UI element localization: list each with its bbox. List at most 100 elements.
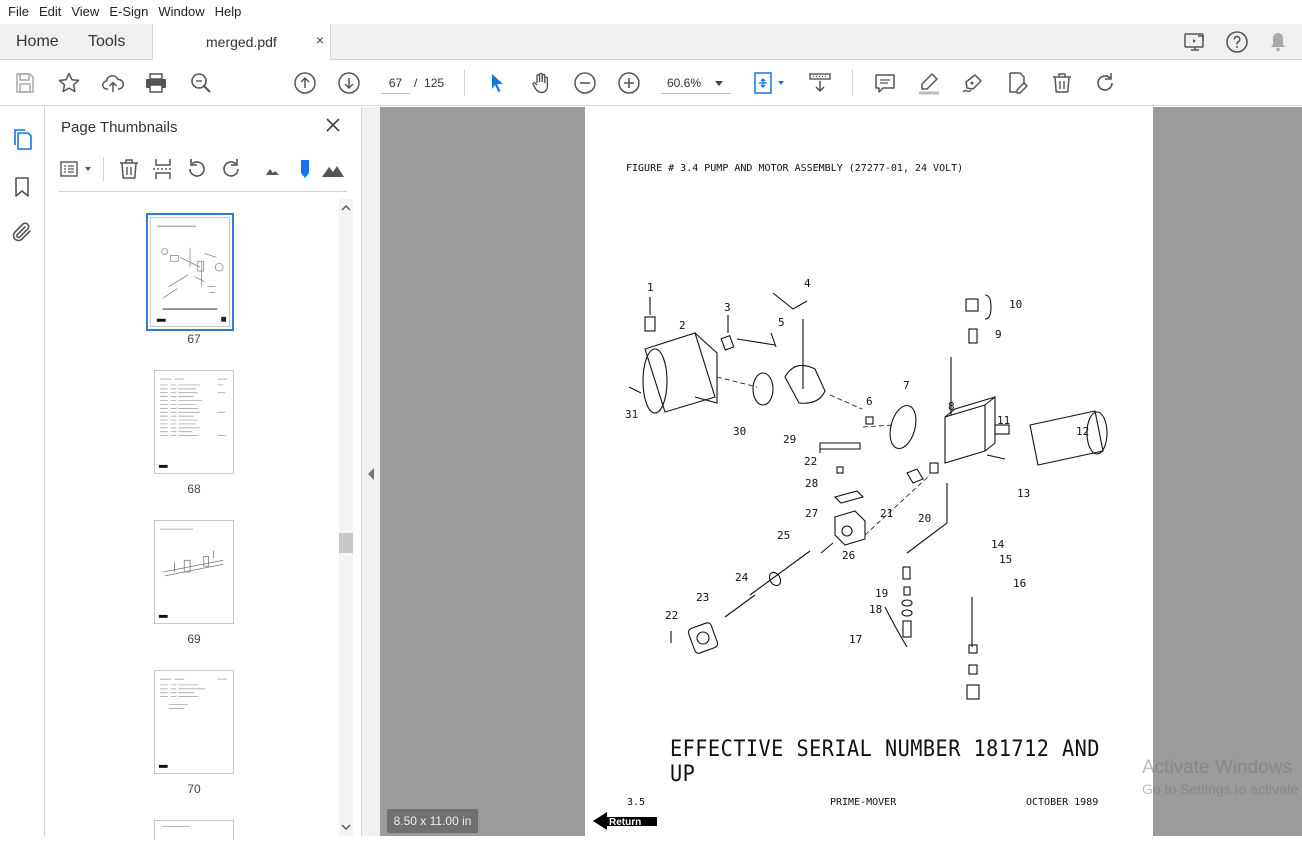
menu-help[interactable]: Help (210, 0, 247, 24)
share-screen-icon[interactable] (1183, 30, 1207, 54)
return-link-button[interactable]: Return (593, 810, 657, 832)
rotate-redo-icon[interactable] (1093, 71, 1117, 95)
thumbnail-toolbar-divider (103, 157, 104, 181)
menu-file[interactable]: File (3, 0, 34, 24)
zoom-in-icon[interactable] (617, 71, 641, 95)
part-25-shaft (749, 550, 811, 596)
star-bookmark-icon[interactable] (57, 71, 81, 95)
document-viewer[interactable]: FIGURE # 3.4 PUMP AND MOTOR ASSEMBLY (27… (380, 107, 1302, 836)
hand-tool-icon[interactable] (529, 71, 553, 95)
thumbnail-options-icon[interactable] (59, 157, 95, 181)
pump-motor-exploded-diagram: 1 2 3 4 5 6 7 8 9 10 11 12 13 14 15 16 1… (625, 277, 1108, 700)
thumbnail-partial-preview (162, 826, 190, 827)
scrollbar-thumb[interactable] (339, 533, 353, 553)
page-number-input[interactable] (381, 72, 410, 94)
previous-page-icon[interactable] (293, 71, 317, 95)
scroll-down-icon[interactable] (339, 820, 353, 834)
tab-document[interactable]: merged.pdf × (152, 24, 331, 61)
panel-splitter[interactable] (361, 107, 380, 836)
insert-page-icon[interactable] (151, 157, 175, 181)
part-30-seal (752, 372, 774, 406)
page-thumbnails-panel: Page Thumbnails 67 68 69 70 (45, 107, 361, 840)
part-21 (906, 468, 924, 484)
small-thumbnails-icon[interactable] (261, 157, 285, 181)
help-icon[interactable] (1225, 30, 1249, 54)
comment-icon[interactable] (873, 71, 897, 95)
save-icon[interactable] (13, 71, 37, 95)
part-1 (644, 316, 656, 332)
highlight-pen-icon[interactable] (917, 71, 941, 95)
next-page-icon[interactable] (337, 71, 361, 95)
scroll-mode-icon[interactable] (808, 71, 832, 95)
thumbnail-page-70[interactable] (154, 670, 234, 774)
thumbnail-page-69[interactable] (154, 520, 234, 624)
upload-cloud-icon[interactable] (101, 71, 125, 95)
thumbnail-page-67[interactable] (146, 213, 234, 331)
rotate-clockwise-icon[interactable] (219, 157, 243, 181)
attachments-paperclip-icon[interactable] (10, 220, 34, 244)
zoom-select[interactable]: 60.6% (661, 72, 731, 94)
thumbnail-page-71[interactable] (154, 820, 234, 840)
menu-esign[interactable]: E-Sign (104, 0, 153, 24)
panel-title: Page Thumbnails (61, 119, 178, 136)
callout-20: 20 (918, 512, 931, 525)
tab-home[interactable]: Home (16, 24, 59, 60)
scroll-up-icon[interactable] (339, 201, 353, 215)
callout-27: 27 (805, 507, 818, 520)
notifications-bell-icon[interactable] (1266, 30, 1290, 54)
delete-page-icon[interactable] (117, 157, 141, 181)
part-17 (902, 620, 912, 638)
callout-21: 21 (880, 507, 893, 520)
callout-13: 13 (1017, 487, 1030, 500)
thumbnail-diagram-preview (158, 528, 224, 618)
rotate-counterclockwise-icon[interactable] (185, 157, 209, 181)
fit-page-icon[interactable] (752, 71, 788, 95)
edit-document-icon[interactable] (1005, 71, 1029, 95)
close-tab-button[interactable]: × (316, 32, 324, 48)
thumbnail-table-preview (158, 378, 228, 468)
search-zoom-icon[interactable] (189, 71, 213, 95)
menu-window[interactable]: Window (153, 0, 209, 24)
print-icon[interactable] (144, 71, 168, 95)
close-panel-icon[interactable] (325, 117, 341, 133)
zoom-slider-marker-icon[interactable] (293, 157, 317, 181)
callout-17: 17 (849, 633, 862, 646)
part-7-oring (889, 404, 917, 450)
callout-4: 4 (804, 277, 811, 290)
chevron-down-icon (715, 81, 723, 86)
return-arrow-icon: Return (593, 812, 657, 830)
main-toolbar: / 125 60.6% (0, 60, 1302, 106)
thumbnail-scrollbar[interactable] (339, 199, 353, 836)
delete-trash-icon[interactable] (1050, 71, 1074, 95)
zoom-value: 60.6% (667, 76, 702, 90)
tab-tools[interactable]: Tools (88, 24, 125, 60)
page-count: / 125 (414, 76, 444, 90)
thumbnail-page-68[interactable] (154, 370, 234, 474)
thumbnail-table-preview (158, 678, 228, 768)
thumbnail-label: 68 (187, 482, 201, 496)
part-12-motor (1029, 410, 1104, 466)
page-thumbnails-icon[interactable] (10, 127, 34, 151)
select-cursor-icon[interactable] (485, 71, 509, 95)
callout-5: 5 (778, 316, 785, 329)
large-thumbnails-icon[interactable] (321, 157, 345, 181)
callout-10: 10 (1009, 298, 1022, 311)
collapse-panel-icon[interactable] (362, 464, 381, 484)
callout-29: 29 (783, 433, 796, 446)
part-19 (902, 566, 911, 580)
menu-view[interactable]: View (66, 0, 104, 24)
callout-6: 6 (866, 395, 873, 408)
callout-7: 7 (903, 379, 910, 392)
callout-14: 14 (991, 538, 1005, 551)
callout-19: 19 (875, 587, 888, 600)
bookmarks-icon[interactable] (10, 175, 34, 199)
part-28 (833, 490, 865, 504)
activate-windows-subtext: Go to Settings to activate (1142, 781, 1299, 797)
menu-edit[interactable]: Edit (34, 0, 66, 24)
zoom-out-icon[interactable] (573, 71, 597, 95)
callout-15: 15 (999, 553, 1012, 566)
callout-23: 23 (696, 591, 709, 604)
part-23-flange (687, 622, 719, 654)
draw-sign-icon[interactable] (961, 71, 985, 95)
callout-26: 26 (842, 549, 855, 562)
